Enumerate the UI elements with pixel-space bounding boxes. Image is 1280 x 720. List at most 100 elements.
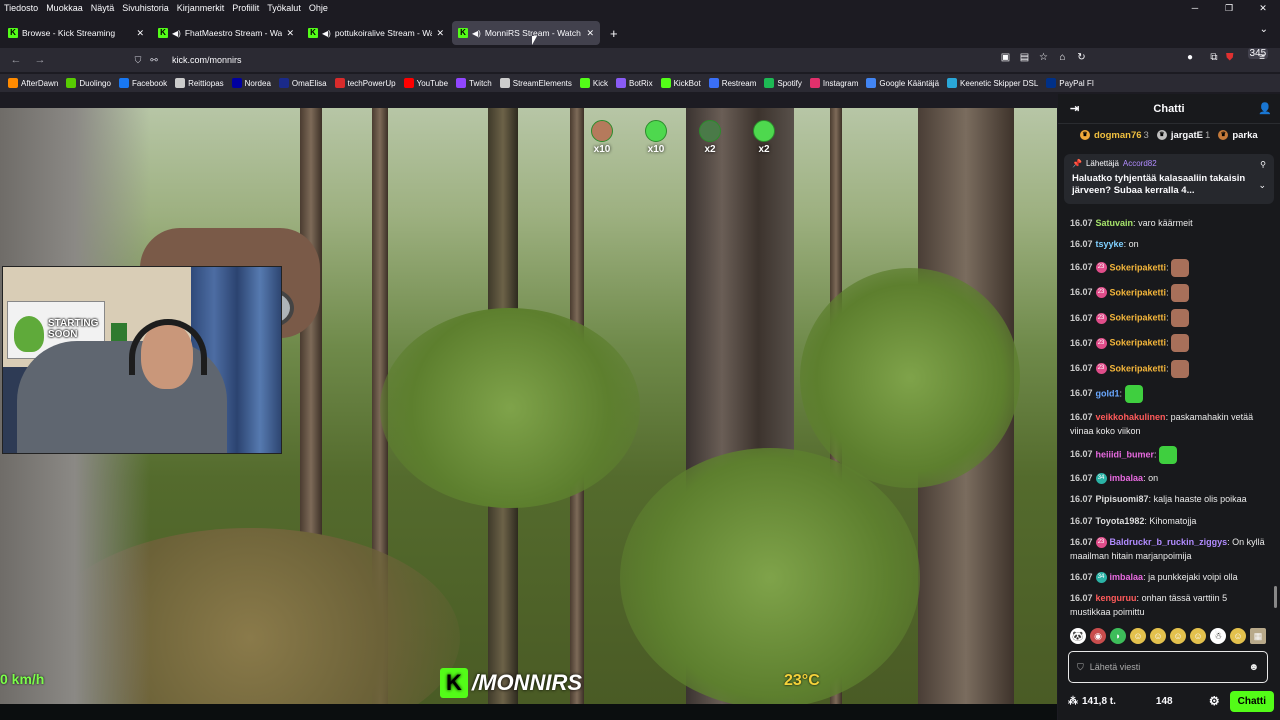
chat-scrollbar[interactable]	[1274, 586, 1277, 608]
emote-picker-icon[interactable]: ☻	[1248, 662, 1259, 673]
back-icon[interactable]: ←	[4, 54, 28, 66]
shield-icon[interactable]: ⛉	[130, 55, 146, 66]
bookmark-item[interactable]: Nordea	[231, 78, 271, 88]
bookmark-item[interactable]: Google Kääntäjä	[866, 78, 939, 88]
menu-item[interactable]: Kirjanmerkit	[173, 3, 229, 13]
pinned-author[interactable]: Accord82	[1123, 159, 1157, 168]
menu-item[interactable]: Profiilit	[228, 3, 263, 13]
menu-item[interactable]: Tiedosto	[0, 3, 42, 13]
browser-tab[interactable]: K ◀) MonniRS Stream - Watch ✕	[452, 21, 600, 45]
message-username[interactable]: Pipisuomi87	[1096, 494, 1149, 504]
chat-rules-shield-icon[interactable]: ⛉	[1077, 662, 1084, 673]
emote-icon[interactable]: ☺	[1230, 628, 1246, 644]
chat-message-input[interactable]	[1089, 662, 1249, 672]
url-text[interactable]: kick.com/monnirs	[172, 55, 242, 65]
emote-icon[interactable]: ☃	[1210, 628, 1226, 644]
top-gifter[interactable]: ♛ dogman76 3	[1080, 130, 1149, 141]
emote-icon[interactable]: ☺	[1130, 628, 1146, 644]
bookmark-item[interactable]: AfterDawn	[8, 78, 58, 88]
tab-list-chevron-icon[interactable]: ⌄	[1260, 24, 1268, 35]
ublock-icon[interactable]: ⛊ 345	[1226, 48, 1269, 63]
message-username[interactable]: Sokeripaketti	[1110, 313, 1167, 323]
chat-settings-gear-icon[interactable]: ⚙	[1209, 694, 1220, 708]
bookmark-item[interactable]: YouTube	[403, 78, 448, 88]
picture-in-picture-icon[interactable]: ▣	[996, 52, 1015, 63]
channel-points[interactable]: ⁂ 141,8 t.	[1068, 696, 1116, 707]
close-tab-icon[interactable]: ✕	[136, 28, 144, 39]
address-bar[interactable]: ⛉ ⚯ kick.com/monnirs	[130, 50, 1084, 70]
bookmark-item[interactable]: Reittiopas	[175, 78, 224, 88]
menu-item[interactable]: Ohje	[305, 3, 332, 13]
message-username[interactable]: tsyyke	[1096, 239, 1124, 249]
bookmark-item[interactable]: Twitch	[456, 78, 492, 88]
message-username[interactable]: Sokeripaketti	[1110, 262, 1167, 272]
emote-icon[interactable]: ☺	[1190, 628, 1206, 644]
reload-icon[interactable]: ↻	[1072, 52, 1091, 63]
message-username[interactable]: imbalaa	[1110, 473, 1144, 483]
emote-icon[interactable]: 🐼	[1070, 628, 1086, 644]
message-username[interactable]: veikkohakulinen	[1096, 412, 1166, 422]
top-gifter[interactable]: ♛ jargatE 1	[1156, 130, 1210, 141]
chat-input-box[interactable]: ⛉ ☻	[1068, 651, 1268, 683]
close-tab-icon[interactable]: ✕	[436, 28, 444, 39]
menu-item[interactable]: Muokkaa	[42, 3, 87, 13]
restore-icon[interactable]: ❐	[1212, 0, 1246, 16]
site-permissions-icon[interactable]: ⚯	[146, 55, 162, 66]
menu-item[interactable]: Sivuhistoria	[118, 3, 173, 13]
top-gifter[interactable]: ♛ parka	[1218, 130, 1259, 141]
emote-icon[interactable]: ☺	[1150, 628, 1166, 644]
emote-icon[interactable]: ▦	[1250, 628, 1266, 644]
bookmark-star-icon[interactable]: ☆	[1034, 52, 1053, 63]
close-tab-icon[interactable]: ✕	[286, 28, 294, 39]
bookmark-item[interactable]: OmaElisa	[278, 78, 327, 88]
bookmark-item[interactable]: PayPal FI	[1046, 78, 1094, 88]
bookmark-item[interactable]: techPowerUp	[334, 78, 396, 88]
chat-users-icon[interactable]: 👤	[1258, 102, 1272, 115]
menu-item[interactable]: Työkalut	[263, 3, 305, 13]
browser-tab[interactable]: K ◀)FhatMaestro Stream - Watch✕	[152, 21, 300, 45]
speaker-icon[interactable]: ◀)	[472, 29, 481, 38]
pinned-message[interactable]: 📌 Lähettäjä Accord82 Haluatko tyhjentää …	[1064, 154, 1274, 204]
message-username[interactable]: Sokeripaketti	[1110, 338, 1167, 348]
emote-icon[interactable]: ☺	[1170, 628, 1186, 644]
bookmark-item[interactable]: Restream	[708, 78, 756, 88]
new-tab-plus-icon[interactable]: +	[610, 26, 618, 41]
send-chat-button[interactable]: Chatti	[1229, 690, 1274, 712]
app-menu-icon[interactable]: ≡	[1250, 52, 1274, 63]
message-username[interactable]: heiiidi_bumer	[1096, 449, 1155, 459]
bookmark-item[interactable]: KickBot	[660, 78, 701, 88]
close-tab-icon[interactable]: ✕	[586, 28, 594, 39]
speaker-icon[interactable]: ◀)	[322, 29, 331, 38]
menu-item[interactable]: Näytä	[87, 3, 119, 13]
account-icon[interactable]: ●	[1178, 52, 1202, 63]
bookmark-item[interactable]: Duolingo	[66, 78, 111, 88]
bookmark-item[interactable]: StreamElements	[499, 78, 572, 88]
forward-icon[interactable]: →	[28, 54, 52, 66]
browser-tab[interactable]: K Browse - Kick Streaming ✕	[2, 21, 150, 45]
emote-icon[interactable]: ◗	[1110, 628, 1126, 644]
extensions-icon[interactable]: ⧉	[1202, 52, 1226, 63]
message-username[interactable]: Baldruckr_b_ruckin_ziggys	[1110, 537, 1228, 547]
message-username[interactable]: Sokeripaketti	[1110, 363, 1167, 373]
expand-chevron-icon[interactable]: ⌄	[1258, 180, 1266, 191]
collapse-chat-icon[interactable]: ⇥	[1070, 102, 1079, 115]
close-window-icon[interactable]: ✕	[1246, 0, 1280, 16]
message-username[interactable]: Satuvain	[1096, 218, 1134, 228]
message-username[interactable]: Toyota1982	[1096, 516, 1145, 526]
reader-view-icon[interactable]: ▤	[1015, 52, 1034, 63]
message-username[interactable]: gold1	[1096, 388, 1120, 398]
minimize-icon[interactable]: ─	[1178, 0, 1212, 16]
emote-icon[interactable]: ◉	[1090, 628, 1106, 644]
unpin-icon[interactable]: ⚲	[1260, 160, 1266, 169]
speaker-icon[interactable]: ◀)	[172, 29, 181, 38]
bookmark-item[interactable]: BotRix	[616, 78, 653, 88]
message-username[interactable]: kenguruu	[1096, 593, 1137, 603]
bookmark-item[interactable]: Kick	[579, 78, 608, 88]
stream-video[interactable]: STARTING SOON x10 x10 x2 x2	[0, 108, 1057, 704]
home-icon[interactable]: ⌂	[1053, 52, 1072, 63]
bookmark-item[interactable]: Facebook	[118, 78, 167, 88]
bookmark-item[interactable]: Instagram	[809, 78, 858, 88]
message-username[interactable]: Sokeripaketti	[1110, 287, 1167, 297]
bookmark-item[interactable]: Keenetic Skipper DSL	[947, 78, 1038, 88]
bookmark-item[interactable]: Spotify	[764, 78, 802, 88]
